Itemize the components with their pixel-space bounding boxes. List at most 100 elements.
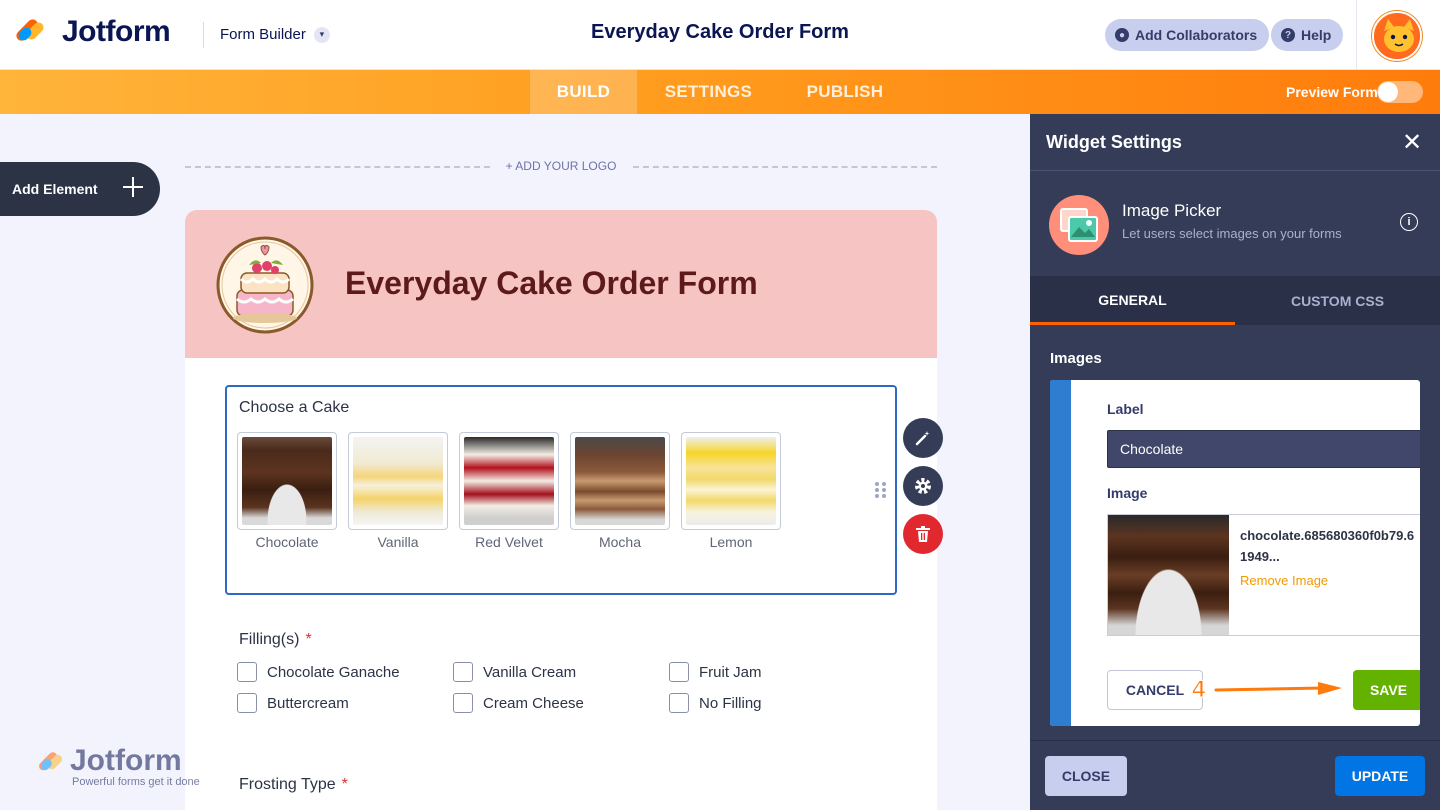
preview-form-toggle[interactable]	[1377, 81, 1423, 103]
add-collaborators-label: Add Collaborators	[1135, 27, 1258, 43]
image-entry-card: Label Chocolate Image chocolate.68568036…	[1050, 380, 1420, 726]
filling-option-vanilla-cream[interactable]: Vanilla Cream	[453, 662, 576, 682]
save-button[interactable]: SAVE	[1353, 670, 1420, 710]
magic-wand-icon	[915, 431, 930, 446]
file-name: chocolate.685680360f0b79.61949...	[1240, 528, 1415, 564]
required-mark: *	[305, 631, 312, 648]
update-button[interactable]: UPDATE	[1335, 756, 1425, 796]
filling-label-text: Filling(s)	[239, 631, 300, 648]
widget-settings-panel: Widget Settings ✕ Image Picker Let users…	[1030, 114, 1440, 810]
add-logo-area[interactable]: + ADD YOUR LOGO	[185, 157, 937, 177]
label-heading: Label	[1107, 401, 1144, 417]
filling-option-no-filling[interactable]: No Filling	[669, 693, 762, 713]
tab-general[interactable]: GENERAL	[1030, 277, 1235, 325]
help-icon: ?	[1281, 28, 1295, 42]
help-button[interactable]: ? Help	[1271, 19, 1344, 51]
option-label: Buttercream	[267, 694, 349, 712]
checkbox[interactable]	[453, 662, 473, 682]
avatar-cat-icon	[1374, 13, 1420, 59]
option-caption: Lemon	[709, 534, 753, 550]
image-picker-question[interactable]: Choose a Cake Chocolate Vanilla Red Velv…	[225, 385, 897, 595]
tab-custom-css[interactable]: CUSTOM CSS	[1235, 277, 1440, 325]
builder-nav: BUILD SETTINGS PUBLISH	[0, 70, 1440, 114]
images-section-title: Images	[1050, 350, 1102, 367]
jotform-watermark: Jotform Powerful forms get it done	[37, 746, 200, 788]
step-number-annotation: 4	[1191, 676, 1206, 704]
preview-form-label: Preview Form	[1286, 84, 1378, 100]
help-label: Help	[1301, 27, 1332, 43]
image-thumb	[348, 432, 448, 530]
checkbox[interactable]	[237, 662, 257, 682]
checkbox[interactable]	[669, 693, 689, 713]
frosting-label-text: Frosting Type	[239, 776, 336, 793]
image-option-vanilla[interactable]: Vanilla	[348, 432, 448, 550]
question-label[interactable]: Choose a Cake	[239, 399, 349, 417]
delete-button[interactable]	[903, 514, 943, 554]
option-label: Chocolate Ganache	[267, 663, 400, 681]
checkbox[interactable]	[453, 693, 473, 713]
form-heading[interactable]: Everyday Cake Order Form	[345, 265, 758, 302]
top-bar: Jotform Form Builder ▾ Everyday Cake Ord…	[0, 0, 1440, 70]
avatar[interactable]	[1372, 11, 1422, 61]
add-element-button[interactable]: Add Element	[0, 162, 160, 216]
option-label: Cream Cheese	[483, 694, 584, 712]
image-option-chocolate[interactable]: Chocolate	[237, 432, 337, 550]
widget-description: Let users select images on your forms	[1122, 226, 1342, 241]
filling-label[interactable]: Filling(s) *	[239, 631, 312, 649]
image-option-lemon[interactable]: Lemon	[681, 432, 781, 550]
form-header[interactable]: Everyday Cake Order Form	[185, 210, 937, 358]
form-builder-label: Form Builder	[220, 26, 306, 43]
form-builder-dropdown[interactable]: Form Builder ▾	[220, 26, 330, 43]
tab-settings[interactable]: SETTINGS	[652, 70, 765, 114]
jotform-logo[interactable]: Jotform	[14, 15, 171, 49]
image-upload-preview: chocolate.685680360f0b79.61949... Remove…	[1107, 514, 1420, 636]
option-label: Vanilla Cream	[483, 663, 577, 681]
option-caption: Chocolate	[255, 534, 319, 550]
trash-icon	[916, 526, 930, 542]
image-thumb	[459, 432, 559, 530]
jotform-logo-icon	[14, 15, 50, 49]
frosting-label[interactable]: Frosting Type *	[239, 776, 348, 794]
watermark-tagline: Powerful forms get it done	[72, 776, 200, 788]
checkbox[interactable]	[237, 693, 257, 713]
checkbox[interactable]	[669, 662, 689, 682]
panel-footer: CLOSE UPDATE	[1030, 740, 1440, 810]
filling-option-fruit-jam[interactable]: Fruit Jam	[669, 662, 762, 682]
image-heading: Image	[1107, 485, 1148, 501]
filling-option-buttercream[interactable]: Buttercream	[237, 693, 349, 713]
add-collaborators-button[interactable]: ● Add Collaborators	[1105, 19, 1270, 51]
account-area	[1356, 0, 1440, 70]
gear-icon	[915, 478, 931, 494]
uploaded-image-thumb	[1108, 515, 1229, 635]
user-icon: ●	[1115, 28, 1129, 42]
widget-info: Image Picker Let users select images on …	[1030, 171, 1440, 277]
tab-build[interactable]: BUILD	[530, 70, 637, 114]
add-logo-label: + ADD YOUR LOGO	[505, 159, 617, 173]
remove-image-link[interactable]: Remove Image	[1240, 573, 1328, 588]
properties-button[interactable]	[903, 466, 943, 506]
card-accent-bar	[1050, 380, 1071, 726]
header-divider	[203, 22, 204, 48]
filling-option-cream-cheese[interactable]: Cream Cheese	[453, 693, 584, 713]
plus-icon	[122, 176, 144, 198]
filling-option-chocolate-ganache[interactable]: Chocolate Ganache	[237, 662, 400, 682]
magic-wand-button[interactable]	[903, 418, 943, 458]
info-icon[interactable]: i	[1400, 213, 1418, 231]
panel-title: Widget Settings	[1046, 132, 1182, 152]
image-option-red-velvet[interactable]: Red Velvet	[459, 432, 559, 550]
image-option-mocha[interactable]: Mocha	[570, 432, 670, 550]
widget-name: Image Picker	[1122, 201, 1222, 220]
option-caption: Vanilla	[377, 534, 419, 550]
close-icon[interactable]: ✕	[1402, 128, 1422, 157]
close-button[interactable]: CLOSE	[1045, 756, 1127, 796]
image-thumb	[237, 432, 337, 530]
image-thumb	[570, 432, 670, 530]
drag-handle-icon[interactable]	[875, 482, 887, 500]
label-input[interactable]: Chocolate	[1107, 430, 1420, 468]
tab-publish[interactable]: PUBLISH	[795, 70, 895, 114]
chevron-down-icon: ▾	[313, 26, 330, 43]
image-thumb	[681, 432, 781, 530]
cancel-button[interactable]: CANCEL	[1107, 670, 1203, 710]
option-caption: Red Velvet	[475, 534, 543, 550]
cake-logo-image	[215, 235, 315, 335]
